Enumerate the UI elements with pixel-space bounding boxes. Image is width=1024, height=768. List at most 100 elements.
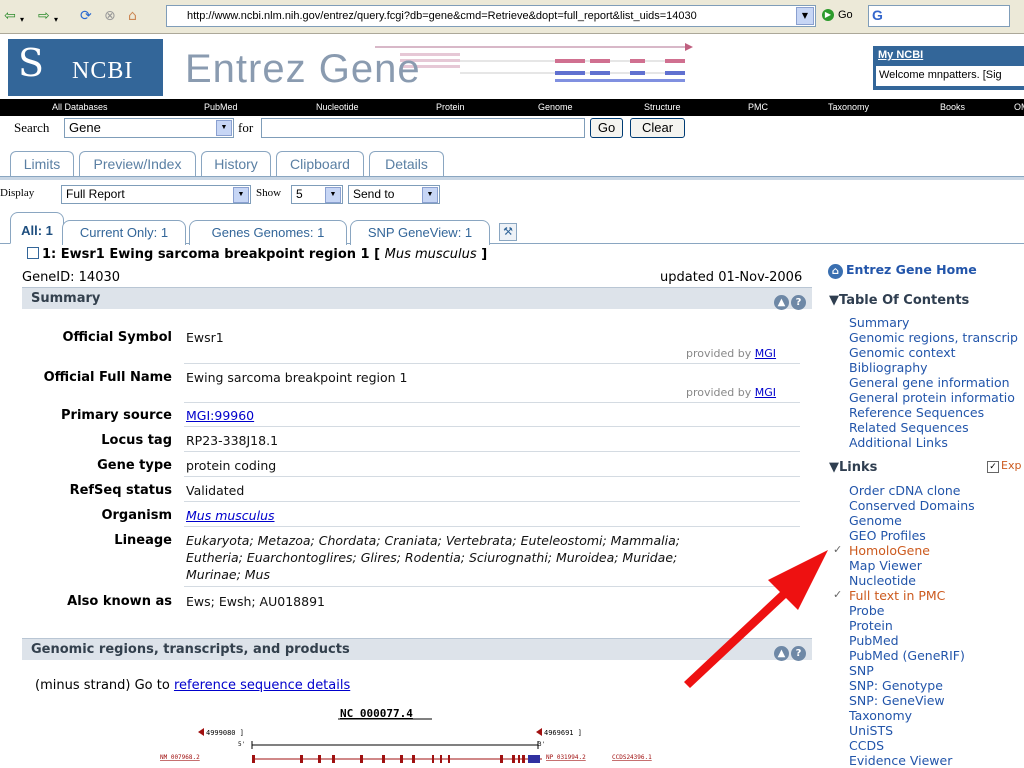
tab-clipboard[interactable]: Clipboard bbox=[276, 151, 364, 177]
back-icon[interactable]: ⇦ bbox=[4, 9, 16, 23]
link-ccds[interactable]: CCDS bbox=[849, 738, 884, 753]
reference-sequence-details-link[interactable]: reference sequence details bbox=[174, 678, 350, 693]
link-map-viewer[interactable]: Map Viewer bbox=[849, 558, 922, 573]
db-link-taxonomy[interactable]: Taxonomy bbox=[828, 99, 869, 116]
db-link-all[interactable]: All Databases bbox=[52, 99, 108, 116]
link-protein[interactable]: Protein bbox=[849, 618, 893, 633]
link-nucleotide[interactable]: Nucleotide bbox=[849, 573, 916, 588]
link-conserved-domains[interactable]: Conserved Domains bbox=[849, 498, 975, 513]
help-icon[interactable]: ? bbox=[791, 295, 806, 310]
search-input[interactable] bbox=[261, 118, 585, 138]
link-order-cdna-clone[interactable]: Order cDNA clone bbox=[849, 483, 960, 498]
organism-label: Organism bbox=[101, 508, 172, 523]
home-icon[interactable]: ⌂ bbox=[128, 9, 137, 23]
tab-all[interactable]: All: 1 bbox=[10, 212, 64, 244]
gene-heading: 1: Ewsr1 Ewing sarcoma breakpoint region… bbox=[27, 247, 487, 262]
db-link-genome[interactable]: Genome bbox=[538, 99, 573, 116]
chevron-down-icon: ▼ bbox=[216, 120, 232, 136]
browser-go-button[interactable]: ▶ Go bbox=[822, 9, 853, 22]
address-dropdown-icon[interactable]: ▼ bbox=[796, 7, 814, 25]
link-snp-geneview[interactable]: SNP: GeneView bbox=[849, 693, 945, 708]
mgi-link[interactable]: MGI bbox=[755, 386, 776, 399]
organism-link[interactable]: Mus musculus bbox=[186, 508, 275, 523]
tab-preview-index[interactable]: Preview/Index bbox=[79, 151, 196, 177]
forward-icon[interactable]: ⇨ bbox=[38, 9, 50, 23]
link-homologene[interactable]: HomoloGene bbox=[849, 543, 930, 558]
toc-header[interactable]: ▼Table Of Contents bbox=[829, 293, 969, 308]
toc-link-general-gene-info[interactable]: General gene information bbox=[849, 375, 1010, 390]
toc-link-bibliography[interactable]: Bibliography bbox=[849, 360, 928, 375]
link-probe[interactable]: Probe bbox=[849, 603, 884, 618]
tab-genes-genomes[interactable]: Genes Genomes: 1 bbox=[189, 220, 347, 245]
link-snp-genotype[interactable]: SNP: Genotype bbox=[849, 678, 943, 693]
toc-link-reference-sequences[interactable]: Reference Sequences bbox=[849, 405, 984, 420]
select-gene-checkbox[interactable] bbox=[27, 247, 39, 259]
refresh-icon[interactable]: ⟳ bbox=[80, 9, 92, 23]
back-dropdown-icon[interactable]: ▾ bbox=[20, 13, 24, 27]
link-geo-profiles[interactable]: GEO Profiles bbox=[849, 528, 926, 543]
tab-bar-underline bbox=[0, 176, 1024, 180]
gene-id: GeneID: 14030 bbox=[22, 270, 121, 285]
link-taxonomy[interactable]: Taxonomy bbox=[849, 708, 912, 723]
links-header[interactable]: ▼Links bbox=[829, 460, 877, 475]
show-count-select[interactable]: 5 ▼ bbox=[291, 185, 343, 204]
link-evidence-viewer[interactable]: Evidence Viewer bbox=[849, 753, 952, 768]
left-accession: NM_007968.2 bbox=[160, 754, 200, 761]
db-link-pmc[interactable]: PMC bbox=[748, 99, 768, 116]
db-link-nucleotide[interactable]: Nucleotide bbox=[316, 99, 359, 116]
primary-source-label: Primary source bbox=[61, 408, 172, 423]
triangle-down-icon: ▼ bbox=[829, 460, 839, 475]
toc-link-additional-links[interactable]: Additional Links bbox=[849, 435, 948, 450]
clear-button[interactable]: Clear bbox=[630, 118, 685, 138]
ncbi-logo[interactable]: S NCBI bbox=[8, 39, 163, 96]
search-go-button[interactable]: Go bbox=[590, 118, 623, 138]
tab-snp-geneview[interactable]: SNP GeneView: 1 bbox=[350, 220, 490, 245]
tab-details[interactable]: Details bbox=[369, 151, 444, 177]
toc-link-general-protein-info[interactable]: General protein informatio bbox=[849, 390, 1015, 405]
forward-dropdown-icon[interactable]: ▾ bbox=[54, 13, 58, 27]
send-to-select[interactable]: Send to ▼ bbox=[348, 185, 440, 204]
db-link-protein[interactable]: Protein bbox=[436, 99, 465, 116]
link-snp[interactable]: SNP bbox=[849, 663, 874, 678]
tab-limits[interactable]: Limits bbox=[10, 151, 74, 177]
link-pubmed[interactable]: PubMed bbox=[849, 633, 899, 648]
toc-link-summary[interactable]: Summary bbox=[849, 315, 909, 330]
db-link-omim[interactable]: OM bbox=[1014, 99, 1024, 116]
gene-type-label: Gene type bbox=[97, 458, 172, 473]
official-full-name-label: Official Full Name bbox=[43, 370, 172, 385]
google-search-box[interactable]: G bbox=[868, 5, 1010, 27]
page-title: Entrez Gene bbox=[185, 47, 421, 91]
links-expand-toggle[interactable]: ✓ Exp bbox=[987, 459, 1021, 473]
entrez-gene-home-link[interactable]: ⌂ Entrez Gene Home bbox=[828, 262, 977, 279]
toc-link-related-sequences[interactable]: Related Sequences bbox=[849, 420, 969, 435]
stop-icon[interactable]: ⊗ bbox=[104, 9, 116, 23]
google-icon: G bbox=[872, 7, 883, 23]
annotation-arrow-icon bbox=[684, 550, 828, 688]
my-ncbi-link[interactable]: My NCBI bbox=[878, 49, 923, 61]
official-symbol-value: Ewsr1 bbox=[186, 330, 224, 345]
db-link-structure[interactable]: Structure bbox=[644, 99, 681, 116]
link-genome[interactable]: Genome bbox=[849, 513, 902, 528]
link-unists[interactable]: UniSTS bbox=[849, 723, 893, 738]
db-link-books[interactable]: Books bbox=[940, 99, 965, 116]
address-bar[interactable]: http://www.ncbi.nlm.nih.gov/entrez/query… bbox=[166, 5, 816, 27]
refseq-status-label: RefSeq status bbox=[69, 483, 172, 498]
tab-current-only[interactable]: Current Only: 1 bbox=[62, 220, 186, 245]
mgi-link[interactable]: MGI bbox=[755, 347, 776, 360]
primary-source-link[interactable]: MGI:99960 bbox=[186, 408, 254, 423]
display-format-select[interactable]: Full Report ▼ bbox=[61, 185, 251, 204]
toc-link-genomic-regions[interactable]: Genomic regions, transcrip bbox=[849, 330, 1018, 345]
tab-history[interactable]: History bbox=[201, 151, 271, 177]
show-label: Show bbox=[256, 187, 282, 199]
db-link-pubmed[interactable]: PubMed bbox=[204, 99, 238, 116]
chevron-down-icon: ▼ bbox=[233, 187, 249, 203]
up-arrow-icon[interactable]: ▲ bbox=[774, 295, 789, 310]
link-pubmed-generif[interactable]: PubMed (GeneRIF) bbox=[849, 648, 965, 663]
row-divider bbox=[184, 363, 800, 364]
toc-link-genomic-context[interactable]: Genomic context bbox=[849, 345, 956, 360]
link-full-text-pmc[interactable]: Full text in PMC bbox=[849, 588, 945, 603]
search-db-select[interactable]: Gene ▼ bbox=[64, 118, 234, 138]
chevron-down-icon: ▼ bbox=[422, 187, 438, 203]
customize-tabs-icon[interactable]: ⚒ bbox=[499, 223, 517, 241]
provided-by: provided by MGI bbox=[686, 386, 777, 399]
